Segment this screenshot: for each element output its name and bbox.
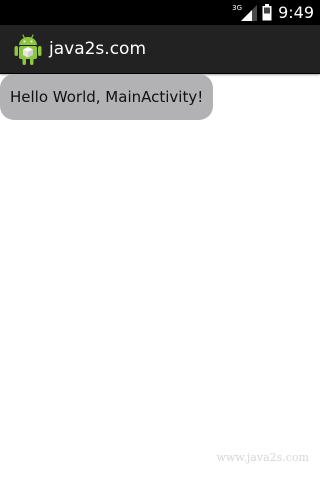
status-bar: 3G 9:49: [0, 0, 320, 25]
network-type-label: 3G: [232, 3, 243, 12]
status-clock: 9:49: [278, 3, 314, 22]
android-robot-icon[interactable]: [14, 32, 42, 66]
hello-text-view: Hello World, MainActivity!: [0, 74, 214, 120]
signal-icon: [241, 4, 258, 21]
app-screen: 3G 9:49 java2s.com Hello World, MainActi…: [0, 0, 320, 480]
app-title: java2s.com: [49, 39, 147, 59]
main-content: Hello World, MainActivity! www.java2s.co…: [0, 74, 320, 480]
watermark: www.java2s.com: [216, 451, 309, 464]
status-indicators: 3G 9:49: [232, 0, 314, 25]
battery-icon: [262, 4, 272, 21]
action-bar: java2s.com: [0, 25, 320, 74]
